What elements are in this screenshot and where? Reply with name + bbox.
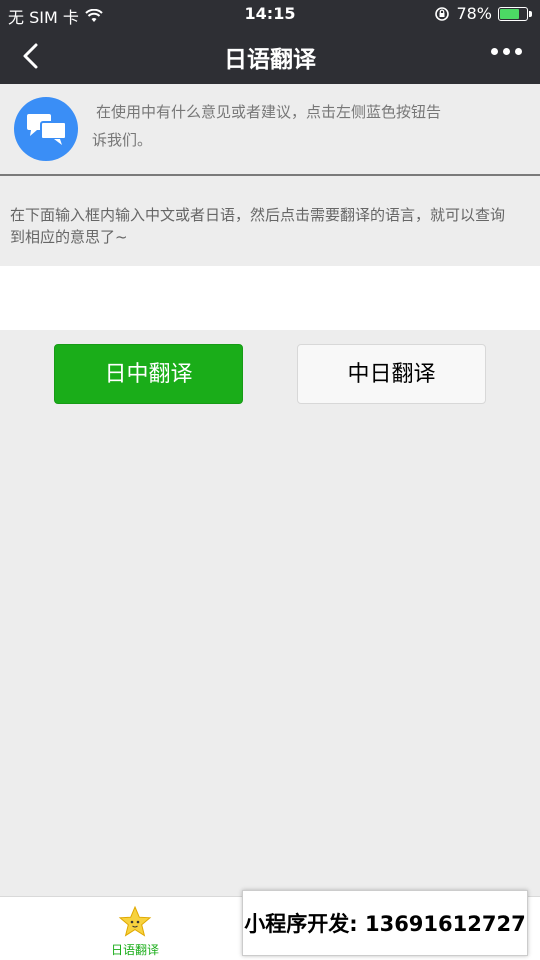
- chat-bubbles-icon: [27, 114, 67, 145]
- instruction-line-1: 在下面输入框内输入中文或者日语，然后点击需要翻译的语言，就可以查询: [10, 206, 506, 224]
- translate-input[interactable]: [0, 266, 540, 330]
- tab-japanese-translation[interactable]: 日语翻译: [100, 905, 170, 958]
- status-bar: 无 SIM 卡 14:15 78%: [0, 0, 540, 28]
- instruction-line-2: 到相应的意思了~: [10, 228, 128, 246]
- tab-label: 日语翻译: [110, 943, 159, 957]
- ja-to-zh-button[interactable]: 日中翻译: [54, 344, 243, 404]
- feedback-line-2: 诉我们。: [92, 131, 153, 149]
- more-dots-icon[interactable]: [491, 48, 522, 55]
- nav-bar: 日语翻译: [0, 28, 540, 84]
- feedback-line-1: 在使用中有什么意见或者建议，点击左侧蓝色按钮告: [96, 103, 442, 121]
- rotation-lock-icon: [435, 6, 450, 21]
- feedback-button[interactable]: [14, 97, 78, 161]
- star-icon: [118, 905, 152, 937]
- feedback-text: 在使用中有什么意见或者建议，点击左侧蓝色按钮告 诉我们。: [92, 98, 472, 154]
- status-right: 78%: [434, 4, 532, 23]
- instruction-text: 在下面输入框内输入中文或者日语，然后点击需要翻译的语言，就可以查询 到相应的意思…: [10, 204, 535, 248]
- battery-fill: [500, 8, 519, 19]
- battery-icon: [498, 6, 532, 21]
- feedback-banner: 在使用中有什么意见或者建议，点击左侧蓝色按钮告 诉我们。: [0, 84, 540, 176]
- page-title: 日语翻译: [224, 47, 316, 73]
- developer-watermark: 小程序开发: 13691612727: [242, 890, 528, 956]
- battery-percent: 78%: [456, 4, 492, 23]
- screen: 无 SIM 卡 14:15 78% 日语翻译 在使用中有什么意见或者建议，点击左…: [0, 0, 540, 960]
- zh-to-ja-button[interactable]: 中日翻译: [297, 344, 486, 404]
